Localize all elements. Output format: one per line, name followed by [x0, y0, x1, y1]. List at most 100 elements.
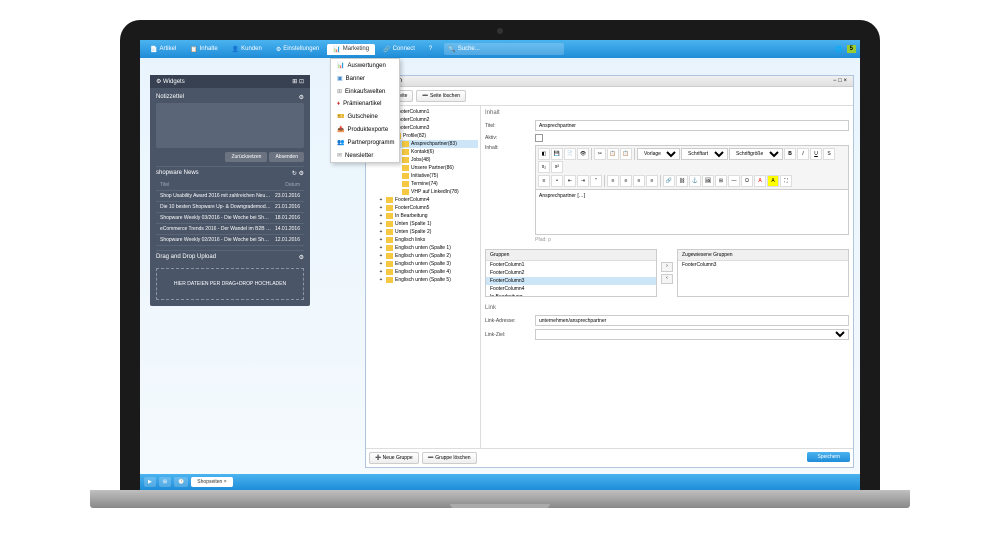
editor-content[interactable]: Ansprechpartner […]	[535, 190, 849, 235]
ed-color-icon[interactable]: A	[754, 175, 766, 187]
ed-bold-icon[interactable]: B	[784, 148, 796, 160]
tree-item[interactable]: +Englisch links	[368, 236, 478, 244]
ed-underline-icon[interactable]: U	[810, 148, 822, 160]
news-refresh-icon[interactable]: ↻ ⚙	[292, 170, 304, 177]
tree-item[interactable]: +Englisch unten (Spalte 4)	[368, 268, 478, 276]
link-target-select[interactable]	[535, 329, 849, 340]
bb-play-icon[interactable]: ▶	[144, 477, 156, 487]
assigned-item[interactable]: FooterColumn3	[678, 261, 848, 269]
group-item[interactable]: FooterColumn4	[486, 285, 656, 293]
tree-item[interactable]: +Englisch unten (Spalte 5)	[368, 276, 478, 284]
nav-marketing[interactable]: 📊 Marketing	[327, 44, 375, 55]
bb-widgets-icon[interactable]: ⊞	[159, 477, 171, 487]
delete-group-button[interactable]: ➖ Gruppe löschen	[422, 452, 477, 464]
notepad-area[interactable]	[156, 103, 304, 148]
nav-artikel[interactable]: 📄 Artikel	[144, 44, 182, 55]
ed-center-icon[interactable]: ≡	[620, 175, 632, 187]
nav-einstellungen[interactable]: ⚙ Einstellungen	[270, 44, 325, 55]
ed-strike-icon[interactable]: S	[823, 148, 835, 160]
dd-banner[interactable]: ▣Banner	[331, 72, 399, 85]
delete-page-button[interactable]: ➖ Seite löschen	[416, 90, 466, 102]
link-address-input[interactable]	[535, 315, 849, 326]
ed-unlink-icon[interactable]: ⛓	[676, 175, 688, 187]
news-item[interactable]: Shopware Weekly 02/2016 - Die Woche bei …	[156, 235, 304, 246]
ed-new-icon[interactable]: 📄	[564, 148, 576, 160]
dd-auswertungen[interactable]: 📊Auswertungen	[331, 59, 399, 72]
tree-item[interactable]: +Englisch unten (Spalte 1)	[368, 244, 478, 252]
ed-image-icon[interactable]: 🖼	[702, 175, 714, 187]
group-item[interactable]: FooterColumn3	[486, 277, 656, 285]
dd-praemienartikel[interactable]: ♦Prämienartikel	[331, 98, 399, 110]
news-item[interactable]: Shopware Weekly 03/2016 - Die Woche bei …	[156, 213, 304, 224]
tree-item[interactable]: +In Bearbeitung	[368, 212, 478, 220]
move-right-button[interactable]: ›	[661, 262, 673, 272]
ed-italic-icon[interactable]: I	[797, 148, 809, 160]
ed-template-select[interactable]: Vorlage	[637, 148, 680, 160]
ed-outdent-icon[interactable]: ⇤	[564, 175, 576, 187]
group-item[interactable]: FooterColumn2	[486, 269, 656, 277]
ed-justify-icon[interactable]: ≡	[646, 175, 658, 187]
tree-item[interactable]: Termine(74)	[368, 180, 478, 188]
ed-sup-icon[interactable]: x²	[551, 161, 563, 173]
ed-right-icon[interactable]: ≡	[633, 175, 645, 187]
ed-hr-icon[interactable]: —	[728, 175, 740, 187]
maximize-icon[interactable]: □	[838, 78, 842, 84]
news-item[interactable]: Shop Usability Award 2016 mit zahlreiche…	[156, 191, 304, 202]
ed-sub-icon[interactable]: x₂	[538, 161, 550, 173]
ed-source-icon[interactable]: ◧	[538, 148, 550, 160]
ed-link-icon[interactable]: 🔗	[663, 175, 675, 187]
nav-hilfe[interactable]: ?	[423, 44, 438, 54]
move-left-button[interactable]: ‹	[661, 274, 673, 284]
tree-item[interactable]: +Englisch unten (Spalte 2)	[368, 252, 478, 260]
active-checkbox[interactable]	[535, 134, 543, 142]
group-item[interactable]: In Bearbeitung	[486, 293, 656, 296]
news-item[interactable]: Die 10 besten Shopware Up- & Downgrademo…	[156, 202, 304, 213]
widgets-collapse-icon[interactable]: ⊞ ⊡	[292, 78, 304, 85]
group-item[interactable]: FooterColumn1	[486, 261, 656, 269]
send-button[interactable]: Absenden	[269, 152, 304, 162]
dd-gutscheine[interactable]: 🎫Gutscheine	[331, 110, 399, 123]
upload-gear-icon[interactable]: ⚙	[299, 254, 304, 261]
globe-icon[interactable]: 🌐	[835, 46, 842, 53]
dd-partnerprogramm[interactable]: 👥Partnerprogramm	[331, 136, 399, 149]
ed-left-icon[interactable]: ≡	[607, 175, 619, 187]
ed-font-select[interactable]: Schriftart	[681, 148, 728, 160]
bb-clock-icon[interactable]: 🕐	[174, 477, 188, 487]
dd-produktexporte[interactable]: 📤Produktexporte	[331, 123, 399, 136]
tree-item[interactable]: +Unten (Spalte 2)	[368, 228, 478, 236]
nav-kunden[interactable]: 👤 Kunden	[226, 44, 268, 55]
ed-fontsize-select[interactable]: Schriftgröße	[729, 148, 783, 160]
ed-save-icon[interactable]: 💾	[551, 148, 563, 160]
tree-item[interactable]: +Unten (Spalte 1)	[368, 220, 478, 228]
tree-item[interactable]: +FooterColumn5	[368, 204, 478, 212]
tree-item[interactable]: Initiative(75)	[368, 172, 478, 180]
minimize-icon[interactable]: −	[833, 78, 837, 84]
news-item[interactable]: eCommerce Trends 2016 - Der Wandel im B2…	[156, 224, 304, 235]
upload-dropzone[interactable]: HIER DATEIEN PER DRAG+DROP HOCHLADEN	[156, 268, 304, 300]
ed-table-icon[interactable]: ⊞	[715, 175, 727, 187]
ed-preview-icon[interactable]: 👁	[577, 148, 589, 160]
nav-connect[interactable]: 🔗 Connect	[377, 44, 421, 55]
reset-button[interactable]: Zurücksetzen	[225, 152, 267, 162]
save-button[interactable]: Speichern	[807, 452, 850, 462]
ed-ol-icon[interactable]: ≡	[538, 175, 550, 187]
tree-item[interactable]: +Englisch unten (Spalte 3)	[368, 260, 478, 268]
tree-item[interactable]: VHP auf LinkedIn(78)	[368, 188, 478, 196]
dd-einkaufswelten[interactable]: ⊞Einkaufswelten	[331, 85, 399, 98]
nav-inhalte[interactable]: 📋 Inhalte	[184, 44, 224, 55]
dd-newsletter[interactable]: ✉Newsletter	[331, 149, 399, 162]
ed-cut-icon[interactable]: ✂	[594, 148, 606, 160]
tree-item[interactable]: Unsere Partner(86)	[368, 164, 478, 172]
close-icon[interactable]: ×	[843, 78, 847, 84]
ed-max-icon[interactable]: ⛶	[780, 175, 792, 187]
ed-quote-icon[interactable]: "	[590, 175, 602, 187]
title-input[interactable]	[535, 120, 849, 131]
notepad-gear-icon[interactable]: ⚙	[299, 94, 304, 101]
tree-item[interactable]: +FooterColumn4	[368, 196, 478, 204]
ed-char-icon[interactable]: Ω	[741, 175, 753, 187]
ed-bgcolor-icon[interactable]: A	[767, 175, 779, 187]
bb-tab-shopseiten[interactable]: Shopseiten ×	[191, 477, 232, 487]
search-input[interactable]: 🔍 Suche...	[444, 43, 564, 55]
ed-paste-icon[interactable]: 📋	[620, 148, 632, 160]
new-group-button[interactable]: ➕ Neue Gruppe	[369, 452, 419, 464]
